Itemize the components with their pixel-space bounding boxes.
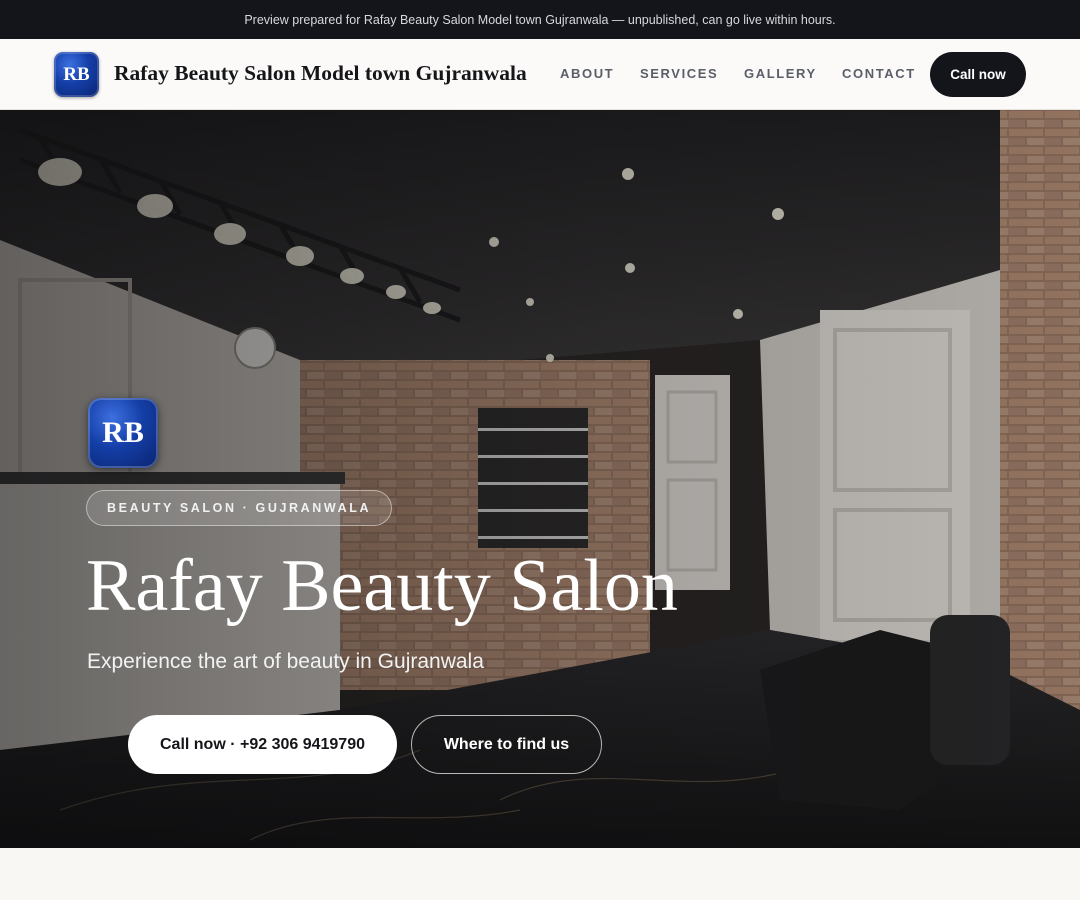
brand-logo[interactable]: RB <box>54 52 99 97</box>
header-call-button[interactable]: Call now <box>930 52 1026 97</box>
preview-banner: Preview prepared for Rafay Beauty Salon … <box>0 0 1080 39</box>
hero-subtitle: Experience the art of beauty in Gujranwa… <box>87 650 484 673</box>
call-now-button[interactable]: Call now · +92 306 9419790 <box>128 715 397 774</box>
site-header: RB Rafay Beauty Salon Model town Gujranw… <box>0 39 1080 110</box>
hero-title: Rafay Beauty Salon <box>86 545 678 627</box>
brand-name[interactable]: Rafay Beauty Salon Model town Gujranwala <box>114 61 527 86</box>
nav-link-contact[interactable]: CONTACT <box>842 66 916 81</box>
hero-logo: RB <box>88 398 158 468</box>
hero-category-badge: BEAUTY SALON · GUJRANWALA <box>86 490 393 526</box>
preview-banner-text: Preview prepared for Rafay Beauty Salon … <box>244 12 836 27</box>
nav-link-services[interactable]: SERVICES <box>640 66 718 81</box>
find-us-button[interactable]: Where to find us <box>411 715 602 774</box>
nav-link-about[interactable]: ABOUT <box>560 66 614 81</box>
nav-link-gallery[interactable]: GALLERY <box>744 66 817 81</box>
hero-section: RB BEAUTY SALON · GUJRANWALA Rafay Beaut… <box>0 110 1080 848</box>
